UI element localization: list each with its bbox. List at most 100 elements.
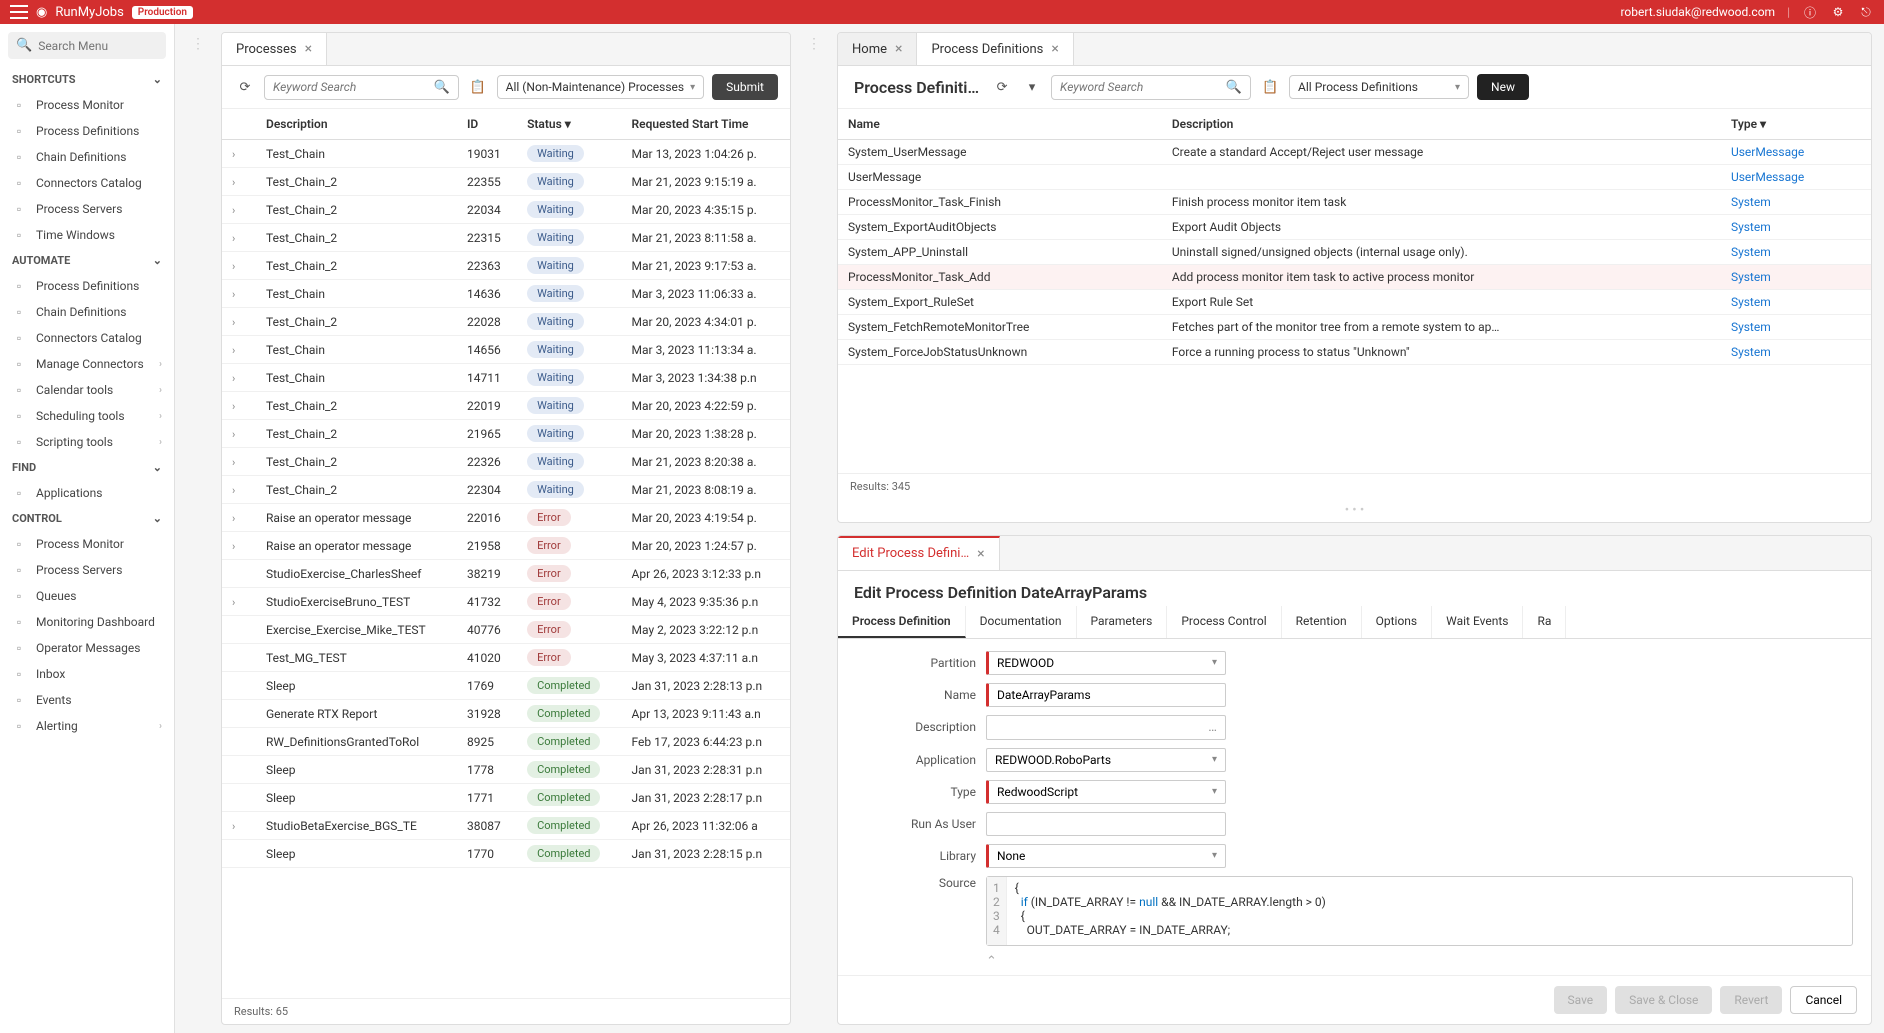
sidebar-item[interactable]: ▫Operator Messages: [0, 635, 174, 661]
type-link[interactable]: System: [1731, 295, 1771, 309]
sidebar-item[interactable]: ▫Chain Definitions: [0, 144, 174, 170]
sidebar-search[interactable]: 🔍: [8, 32, 166, 59]
table-row[interactable]: ›Test_Chain_222315WaitingMar 21, 2023 8:…: [222, 224, 790, 252]
process-search-input[interactable]: [273, 80, 429, 94]
type-link[interactable]: System: [1731, 345, 1771, 359]
sidebar-section-header[interactable]: AUTOMATE⌄: [0, 248, 174, 273]
expand-icon[interactable]: ›: [232, 148, 246, 161]
table-row[interactable]: ›Raise an operator message22016ErrorMar …: [222, 504, 790, 532]
expand-icon[interactable]: ›: [232, 484, 246, 497]
table-row[interactable]: ProcessMonitor_Task_AddAdd process monit…: [838, 265, 1871, 290]
chevron-down-icon[interactable]: ▾: [1021, 76, 1043, 98]
expand-icon[interactable]: ›: [232, 204, 246, 217]
sidebar-item[interactable]: ▫Applications: [0, 480, 174, 506]
expand-icon[interactable]: ›: [232, 540, 246, 553]
sidebar-item[interactable]: ▫Monitoring Dashboard: [0, 609, 174, 635]
table-row[interactable]: Sleep1778CompletedJan 31, 2023 2:28:31 p…: [222, 756, 790, 784]
column-header[interactable]: Requested Start Time: [622, 109, 790, 140]
table-row[interactable]: ›Test_Chain_222019WaitingMar 20, 2023 4:…: [222, 392, 790, 420]
close-icon[interactable]: ×: [895, 41, 902, 57]
name-field[interactable]: [986, 683, 1226, 707]
expand-icon[interactable]: ›: [232, 428, 246, 441]
form-tab[interactable]: Documentation: [966, 606, 1077, 638]
resize-handle-left[interactable]: ⋮: [187, 32, 209, 1025]
table-row[interactable]: StudioExercise_CharlesSheef38219ErrorApr…: [222, 560, 790, 588]
sidebar-item[interactable]: ▫Process Monitor: [0, 531, 174, 557]
type-field[interactable]: ▾: [986, 780, 1226, 804]
table-row[interactable]: ProcessMonitor_Task_FinishFinish process…: [838, 190, 1871, 215]
type-link[interactable]: UserMessage: [1731, 170, 1804, 184]
sidebar-item[interactable]: ▫Queues: [0, 583, 174, 609]
column-header[interactable]: Name: [838, 109, 1162, 140]
table-row[interactable]: ›Test_Chain14636WaitingMar 3, 2023 11:06…: [222, 280, 790, 308]
application-field[interactable]: ▾: [986, 748, 1226, 772]
submit-button[interactable]: Submit: [712, 74, 778, 100]
sidebar-item[interactable]: ▫Process Monitor: [0, 92, 174, 118]
sidebar-section-header[interactable]: SHORTCUTS⌄: [0, 67, 174, 92]
table-row[interactable]: ›Test_Chain14656WaitingMar 3, 2023 11:13…: [222, 336, 790, 364]
table-row[interactable]: Exercise_Exercise_Mike_TEST40776ErrorMay…: [222, 616, 790, 644]
tab-process-definitions[interactable]: Process Definitions ×: [917, 33, 1073, 65]
type-link[interactable]: UserMessage: [1731, 145, 1804, 159]
form-tab[interactable]: Ra: [1523, 606, 1566, 638]
resize-handle-mid[interactable]: ⋮: [803, 32, 825, 1025]
table-row[interactable]: UserMessageUserMessage: [838, 165, 1871, 190]
expand-icon[interactable]: ›: [232, 260, 246, 273]
form-tab[interactable]: Wait Events: [1432, 606, 1523, 638]
table-row[interactable]: ›Test_Chain_222028WaitingMar 20, 2023 4:…: [222, 308, 790, 336]
sidebar-item[interactable]: ▫Alerting›: [0, 713, 174, 739]
sidebar-item[interactable]: ▫Chain Definitions: [0, 299, 174, 325]
copy-icon[interactable]: 📋: [467, 76, 489, 98]
table-row[interactable]: ›Test_Chain14711WaitingMar 3, 2023 1:34:…: [222, 364, 790, 392]
expand-icon[interactable]: ›: [232, 176, 246, 189]
expand-icon[interactable]: ›: [232, 288, 246, 301]
more-icon[interactable]: …: [1208, 720, 1217, 735]
table-row[interactable]: ›Test_Chain_222363WaitingMar 21, 2023 9:…: [222, 252, 790, 280]
form-tab[interactable]: Retention: [1282, 606, 1362, 638]
logout-icon[interactable]: ⎋: [1858, 4, 1874, 20]
column-header[interactable]: Type ▾: [1721, 109, 1871, 140]
close-icon[interactable]: ×: [977, 546, 984, 562]
sidebar-item[interactable]: ▫Manage Connectors›: [0, 351, 174, 377]
close-icon[interactable]: ×: [305, 41, 312, 57]
table-row[interactable]: ›StudioExerciseBruno_TEST41732ErrorMay 4…: [222, 588, 790, 616]
library-field[interactable]: ▾: [986, 844, 1226, 868]
type-link[interactable]: System: [1731, 245, 1771, 259]
sidebar-item[interactable]: ▫Connectors Catalog: [0, 325, 174, 351]
drag-handle-horizontal[interactable]: • • •: [838, 499, 1871, 522]
table-row[interactable]: System_UserMessageCreate a standard Acce…: [838, 140, 1871, 165]
copy-icon[interactable]: 📋: [1259, 76, 1281, 98]
column-header[interactable]: Description: [1162, 109, 1721, 140]
close-icon[interactable]: ×: [1051, 41, 1058, 57]
table-row[interactable]: System_FetchRemoteMonitorTreeFetches par…: [838, 315, 1871, 340]
column-header[interactable]: Description: [256, 109, 457, 140]
search-icon[interactable]: 🔍: [433, 80, 449, 95]
search-icon[interactable]: 🔍: [1226, 80, 1242, 95]
column-header[interactable]: Status ▾: [517, 109, 621, 140]
sidebar-item[interactable]: ▫Scheduling tools›: [0, 403, 174, 429]
refresh-icon[interactable]: ⟳: [991, 76, 1013, 98]
process-filter-dropdown[interactable]: All (Non-Maintenance) Processes ▾: [497, 75, 705, 99]
column-header[interactable]: ID: [457, 109, 517, 140]
expand-icon[interactable]: ›: [232, 820, 246, 833]
sidebar-item[interactable]: ▫Connectors Catalog: [0, 170, 174, 196]
help-icon[interactable]: ⓘ: [1802, 4, 1818, 20]
expand-icon[interactable]: ›: [232, 596, 246, 609]
form-tab[interactable]: Parameters: [1077, 606, 1168, 638]
table-row[interactable]: System_ForceJobStatusUnknownForce a runn…: [838, 340, 1871, 365]
form-tab[interactable]: Options: [1362, 606, 1433, 638]
sidebar-item[interactable]: ▫Inbox: [0, 661, 174, 687]
sidebar-section-header[interactable]: CONTROL⌄: [0, 506, 174, 531]
table-row[interactable]: Sleep1770CompletedJan 31, 2023 2:28:15 p…: [222, 840, 790, 868]
type-link[interactable]: System: [1731, 270, 1771, 284]
table-row[interactable]: ›StudioBetaExercise_BGS_TE38087Completed…: [222, 812, 790, 840]
partition-field[interactable]: ▾: [986, 651, 1226, 675]
type-link[interactable]: System: [1731, 195, 1771, 209]
table-row[interactable]: Sleep1769CompletedJan 31, 2023 2:28:13 p…: [222, 672, 790, 700]
expand-icon[interactable]: ›: [232, 316, 246, 329]
sidebar-search-input[interactable]: [38, 39, 158, 53]
table-row[interactable]: ›Test_Chain_222326WaitingMar 21, 2023 8:…: [222, 448, 790, 476]
source-editor[interactable]: 1234 { if (IN_DATE_ARRAY != null && IN_D…: [986, 876, 1853, 946]
sidebar-item[interactable]: ▫Process Servers: [0, 557, 174, 583]
collapse-icon[interactable]: ⌃: [856, 954, 1853, 969]
